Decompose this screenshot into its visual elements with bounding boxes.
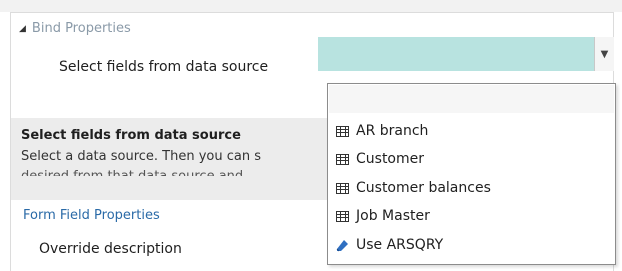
bind-properties-header[interactable]: ◢ Bind Properties bbox=[19, 21, 131, 36]
list-item-job-master[interactable]: Job Master bbox=[334, 204, 604, 228]
description-text-partial: desired from that data source and bbox=[21, 169, 243, 176]
list-item-label: Job Master bbox=[356, 208, 430, 224]
select-fields-label: Select fields from data source bbox=[59, 59, 269, 75]
data-source-select[interactable]: ▼ bbox=[318, 37, 614, 71]
list-item-use-arsqry[interactable]: Use ARSQRY bbox=[334, 233, 604, 257]
list-item-customer-balances[interactable]: Customer balances bbox=[334, 176, 604, 200]
list-item-label: AR branch bbox=[356, 123, 429, 139]
table-icon bbox=[334, 180, 350, 196]
bind-properties-title: Bind Properties bbox=[31, 21, 131, 36]
form-field-properties-header[interactable]: Form Field Properties bbox=[23, 208, 160, 223]
table-icon bbox=[334, 123, 350, 139]
dropdown-arrow-button[interactable]: ▼ bbox=[594, 37, 614, 71]
query-icon bbox=[334, 237, 350, 253]
description-title: Select fields from data source bbox=[21, 128, 241, 143]
list-item-label: Customer bbox=[356, 151, 425, 167]
description-text: Select a data source. Then you can s bbox=[21, 149, 262, 164]
list-item-ar-branch[interactable]: AR branch bbox=[334, 119, 604, 143]
top-strip bbox=[0, 0, 622, 12]
chevron-down-icon: ▼ bbox=[600, 48, 609, 60]
dropdown-filter-area[interactable] bbox=[329, 85, 614, 113]
override-description-label: Override description bbox=[39, 241, 182, 257]
data-source-dropdown-list: AR branch Customer Customer balances Job… bbox=[327, 83, 616, 265]
collapse-triangle-icon[interactable]: ◢ bbox=[19, 24, 26, 34]
list-item-label: Customer balances bbox=[356, 180, 491, 196]
list-item-customer[interactable]: Customer bbox=[334, 147, 604, 171]
list-item-label: Use ARSQRY bbox=[356, 237, 444, 253]
table-icon bbox=[334, 208, 350, 224]
table-icon bbox=[334, 151, 350, 167]
